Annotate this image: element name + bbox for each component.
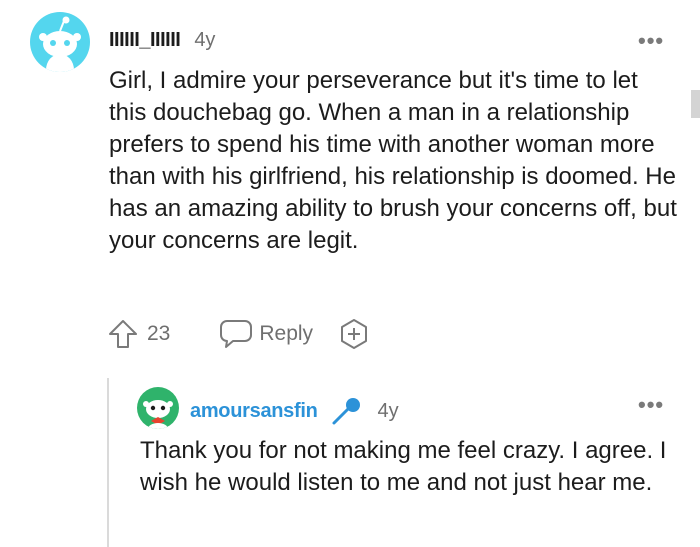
award-button[interactable] [338, 318, 370, 350]
reply-age: 4y [377, 399, 399, 422]
snoo-avatar-icon [39, 16, 81, 72]
thread-line[interactable] [107, 378, 109, 547]
more-options-icon[interactable]: ••• [638, 30, 664, 52]
reply-more-options-icon[interactable]: ••• [638, 394, 664, 416]
upvote-button[interactable]: 23 [107, 318, 170, 350]
upvote-arrow-icon [109, 320, 137, 348]
reply-bubble-icon [220, 320, 253, 348]
microphone-icon [330, 396, 364, 426]
reply-body: Thank you for not making me feel crazy. … [140, 437, 667, 496]
avatar[interactable] [30, 12, 90, 72]
comment-body: Girl, I admire your perseverance but it'… [109, 67, 677, 254]
scrollbar[interactable] [691, 90, 700, 118]
award-plus-icon [341, 319, 368, 349]
upvote-count: 23 [147, 322, 171, 345]
reply-username[interactable]: amoursansfin [190, 400, 318, 423]
reply-meta: amoursansfin 4y [190, 396, 399, 426]
comment-age: 4y [194, 29, 216, 51]
reply-avatar[interactable] [137, 387, 179, 429]
comment-actions: 23 Reply [107, 316, 370, 352]
snoo-avatar-icon [143, 400, 173, 429]
comment-username[interactable]: IIIIII_IIIIII [109, 29, 181, 52]
comment-meta: IIIIII_IIIIII 4y [109, 29, 215, 52]
reply-label: Reply [259, 322, 314, 345]
reply-button[interactable]: Reply [219, 319, 313, 349]
